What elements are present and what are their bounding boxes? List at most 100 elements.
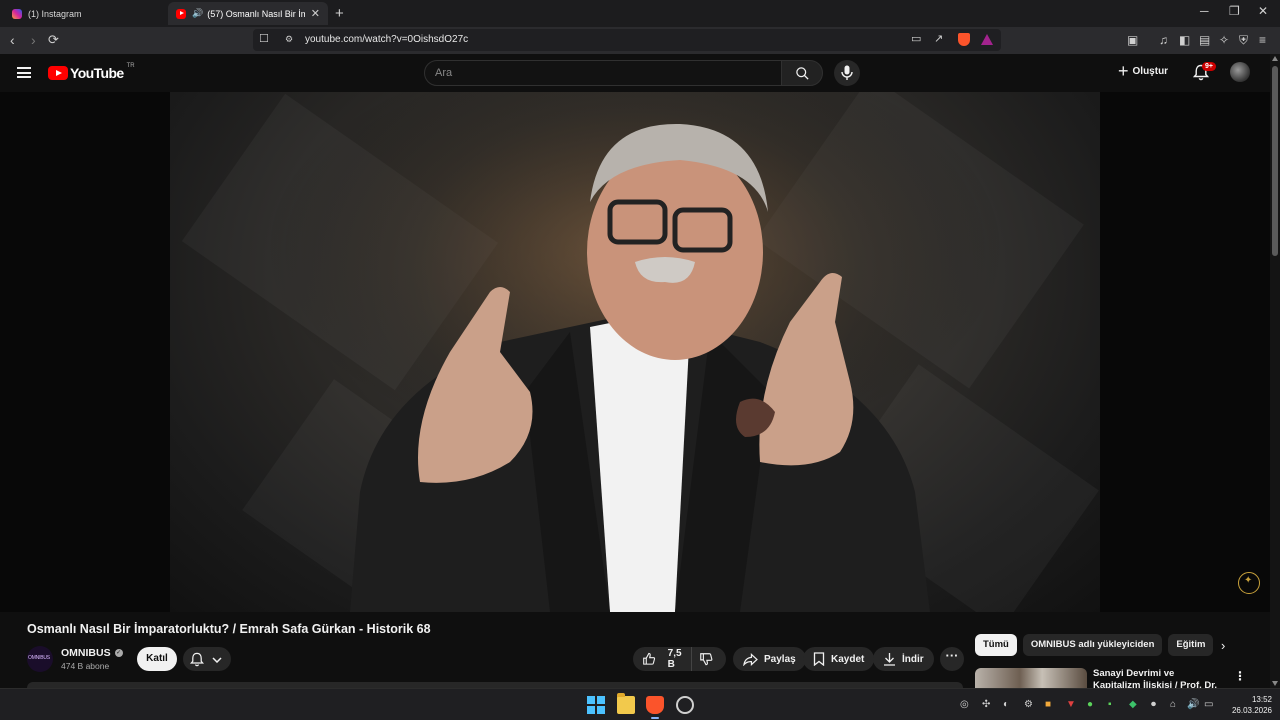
share-icon[interactable]: ↗ xyxy=(934,32,943,45)
like-count: 7,5 B xyxy=(667,648,682,670)
save-label: Kaydet xyxy=(831,653,865,665)
notification-badge: 9+ xyxy=(1202,62,1216,71)
channel-avatar[interactable]: OMNIBUS xyxy=(27,646,53,672)
windows-taskbar: ◎ ✣ ◐ ⚙ ■ ▼ ● ▪ ◆ ⏺ ⌂ 🔊 ▭ 13:52 26.03.20… xyxy=(0,688,1280,720)
subscription-notifications-button[interactable] xyxy=(183,647,231,671)
subscriber-count: 474 B abone xyxy=(61,661,110,671)
youtube-header: YouTube TR + Oluştur 9+ xyxy=(0,54,1270,92)
close-window-button[interactable]: ✕ xyxy=(1258,4,1268,18)
speaker-icon[interactable]: 🔊 xyxy=(192,8,203,19)
country-code: TR xyxy=(126,63,135,69)
bell-icon xyxy=(190,652,204,667)
screenshot-icon[interactable]: ▣ xyxy=(1127,33,1138,47)
scrollbar-thumb[interactable] xyxy=(1272,66,1278,256)
search-input[interactable] xyxy=(435,67,755,79)
channel-watermark-icon[interactable] xyxy=(1238,572,1260,594)
scroll-down-arrow[interactable] xyxy=(1272,681,1278,686)
tray-app-icon[interactable]: ▼ xyxy=(1066,699,1076,710)
file-explorer-icon[interactable] xyxy=(617,693,635,714)
windows-start-icon[interactable] xyxy=(587,696,605,714)
media-icon[interactable]: ♫ xyxy=(1159,33,1168,47)
brave-rewards-icon[interactable] xyxy=(981,34,993,45)
recommendation-title[interactable]: Sanayi Devrimi ve Kapitalizm İlişkisi / … xyxy=(1093,668,1223,688)
youtube-logo[interactable]: YouTube TR xyxy=(48,63,135,81)
video-title: Osmanlı Nasıl Bir İmparatorluktu? / Emra… xyxy=(27,622,431,636)
speaker-figure xyxy=(170,92,1100,612)
network-icon[interactable]: ⌂ xyxy=(1170,699,1176,710)
more-actions-button[interactable]: ··· xyxy=(940,647,964,671)
wallet-icon[interactable]: ▤ xyxy=(1199,33,1210,47)
tray-app-icon[interactable]: ■ xyxy=(1045,699,1051,710)
chip-education[interactable]: Eğitim xyxy=(1168,634,1214,656)
tab-instagram[interactable]: (1) Instagram xyxy=(4,2,164,25)
forward-button[interactable]: › xyxy=(31,32,36,48)
microphone-tray-icon[interactable]: ⏺ xyxy=(1151,699,1156,710)
download-button[interactable]: İndir xyxy=(873,647,934,671)
bookmark-icon[interactable]: ☐ xyxy=(259,32,269,45)
channel-avatar-text: OMNIBUS xyxy=(28,655,50,661)
close-tab-icon[interactable]: ✕ xyxy=(311,7,320,20)
sidebar-icon[interactable]: ◧ xyxy=(1179,33,1190,47)
vpn-shield-icon[interactable]: ⛨ xyxy=(1239,33,1248,48)
tray-app-icon[interactable]: ◐ xyxy=(1003,699,1009,710)
recommendation-thumbnail[interactable] xyxy=(975,668,1087,688)
guide-menu-icon[interactable] xyxy=(17,67,31,78)
tray-app-icon[interactable]: ◎ xyxy=(960,699,969,710)
download-icon xyxy=(884,653,895,666)
filter-chips: Tümü OMNIBUS adlı yükleyiciden Eğitim xyxy=(975,634,1219,656)
menu-icon[interactable]: ≡ xyxy=(1259,33,1266,47)
tray-app-icon[interactable]: ◆ xyxy=(1129,699,1137,710)
account-avatar[interactable] xyxy=(1230,62,1250,82)
tray-app-icon[interactable]: ✣ xyxy=(982,699,990,710)
tray-app-icon[interactable]: ▪ xyxy=(1108,699,1112,710)
battery-icon[interactable]: ▭ xyxy=(1204,699,1213,710)
scroll-up-arrow[interactable] xyxy=(1272,56,1278,61)
recommendation-menu-icon[interactable]: ⋮ xyxy=(1234,669,1246,683)
system-clock[interactable]: 13:52 26.03.2026 xyxy=(1226,694,1272,716)
channel-name[interactable]: OMNIBUS xyxy=(61,647,111,659)
search-icon xyxy=(796,67,809,80)
video-player[interactable] xyxy=(0,92,1270,612)
search-button[interactable] xyxy=(781,60,823,86)
cast-icon[interactable]: ▭ xyxy=(911,32,921,45)
join-button[interactable]: Katıl xyxy=(137,647,177,671)
voice-search-button[interactable] xyxy=(834,60,860,86)
tray-app-icon[interactable]: ⚙ xyxy=(1024,699,1033,710)
tray-app-icon[interactable]: ● xyxy=(1087,699,1093,710)
browser-tab-bar: (1) Instagram 🔊 (57) Osmanlı Nasıl Bir İ… xyxy=(0,0,1280,27)
create-button[interactable]: + Oluştur xyxy=(1118,61,1168,81)
save-button[interactable]: Kaydet xyxy=(803,647,875,671)
dislike-button[interactable] xyxy=(692,652,725,666)
address-bar[interactable]: ☐ ⚙ youtube.com/watch?v=0OishsdO27c ▭ ↗ xyxy=(253,29,1001,51)
like-button[interactable]: 7,5 B xyxy=(633,647,692,671)
video-frame[interactable] xyxy=(170,92,1100,612)
chip-all[interactable]: Tümü xyxy=(975,634,1017,656)
app-icon[interactable] xyxy=(676,696,694,714)
active-app-indicator xyxy=(651,717,659,719)
brave-browser-icon[interactable] xyxy=(646,696,664,714)
brave-shields-icon[interactable] xyxy=(958,33,970,46)
chip-from-uploader[interactable]: OMNIBUS adlı yükleyiciden xyxy=(1022,634,1163,656)
page-scrollbar[interactable] xyxy=(1270,54,1280,688)
minimize-button[interactable]: ─ xyxy=(1200,4,1209,18)
plus-icon: + xyxy=(1118,61,1129,81)
reload-button[interactable]: ⟳ xyxy=(48,32,59,48)
back-button[interactable]: ‹ xyxy=(10,32,15,48)
share-button[interactable]: Paylaş xyxy=(733,647,806,671)
clock-time: 13:52 xyxy=(1251,695,1272,704)
thumbs-up-icon xyxy=(643,652,656,665)
download-label: İndir xyxy=(902,653,924,665)
new-tab-button[interactable]: + xyxy=(335,5,344,22)
chevron-right-icon[interactable]: › xyxy=(1221,638,1225,653)
tab-youtube[interactable]: 🔊 (57) Osmanlı Nasıl Bir İmparatorluktu?… xyxy=(168,2,328,25)
tab-title: (1) Instagram xyxy=(28,8,82,19)
channel-name-row[interactable]: OMNIBUS ✓ xyxy=(61,647,123,659)
letterbox-left xyxy=(0,92,170,612)
maximize-button[interactable]: ❐ xyxy=(1229,4,1240,18)
volume-icon[interactable]: 🔊 xyxy=(1187,699,1199,710)
share-arrow-icon xyxy=(743,652,758,666)
leo-ai-icon[interactable]: ✧ xyxy=(1219,33,1229,47)
search-box[interactable] xyxy=(424,60,782,86)
verified-check-icon: ✓ xyxy=(114,649,123,657)
site-info-icon[interactable]: ⚙ xyxy=(285,34,293,45)
